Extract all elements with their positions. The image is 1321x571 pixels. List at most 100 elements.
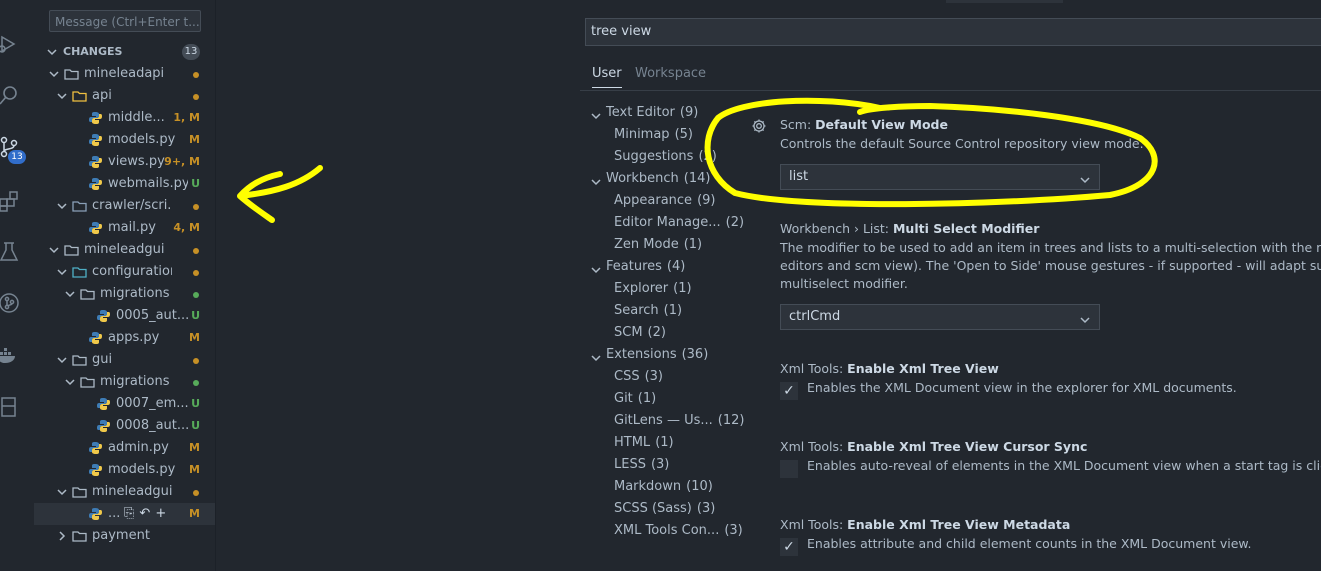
toc-item[interactable]: Git (1)	[614, 391, 656, 413]
tree-folder-row[interactable]: migrations	[34, 283, 215, 305]
toc-item[interactable]: Suggestions (2)	[614, 149, 717, 171]
scm-view-mode-select[interactable]: list	[780, 164, 1100, 190]
toc-item[interactable]: Explorer (1)	[614, 281, 692, 303]
tree-folder-row[interactable]: migrations	[34, 371, 215, 393]
python-file-icon	[88, 155, 103, 169]
extensions-icon[interactable]	[0, 190, 20, 212]
python-file-icon	[96, 419, 111, 433]
tree-file-row[interactable]: models.py M	[34, 129, 215, 151]
tree-file-row[interactable]: 0005_aut... U	[34, 305, 215, 327]
toc-item[interactable]: HTML (1)	[614, 435, 674, 457]
chevron-down-icon[interactable]	[56, 354, 68, 366]
toc-label: GitLens — Us...	[614, 413, 713, 428]
tree-folder-row[interactable]: mineleadapi	[34, 63, 215, 85]
search-icon[interactable]	[0, 84, 20, 106]
toc-group[interactable]: Extensions (36)	[590, 347, 708, 369]
stage-changes-icon[interactable]: +	[155, 506, 166, 521]
folder-status-dot	[193, 380, 199, 386]
toc-item[interactable]: SCSS (Sass) (3)	[614, 501, 715, 523]
multi-select-modifier-select[interactable]: ctrlCmd	[780, 304, 1100, 330]
changes-count-badge: 13	[182, 44, 200, 60]
run-debug-icon[interactable]	[0, 33, 18, 55]
xml-cursor-sync-checkbox[interactable]	[780, 460, 798, 478]
python-file-icon	[88, 507, 103, 521]
tree-folder-row[interactable]: payment	[34, 525, 215, 547]
testing-icon[interactable]	[0, 241, 20, 263]
chevron-down-icon[interactable]	[56, 266, 68, 278]
chevron-down-icon[interactable]	[56, 200, 68, 212]
folder-icon	[72, 199, 87, 213]
file-status: U	[191, 419, 200, 432]
toc-label: Appearance	[614, 193, 693, 208]
python-file-icon	[88, 177, 103, 191]
xml-tree-view-checkbox[interactable]: ✓	[780, 382, 798, 400]
tree-folder-row[interactable]: crawler/scri...	[34, 195, 215, 217]
toc-item[interactable]: Appearance (9)	[614, 193, 715, 215]
chevron-down-icon[interactable]	[56, 90, 68, 102]
tree-folder-row[interactable]: mineleadgui	[34, 239, 215, 261]
settings-search-input[interactable]: tree view	[585, 18, 1321, 46]
setting-description-line: editors and scm view). The 'Open to Side…	[780, 258, 1321, 273]
toc-group[interactable]: Features (4)	[590, 259, 685, 281]
tree-folder-row[interactable]: gui	[34, 349, 215, 371]
chevron-down-icon[interactable]	[48, 244, 60, 256]
tree-file-row[interactable]: 0007_em... U	[34, 393, 215, 415]
tree-item-label: api	[92, 88, 112, 103]
tree-file-row[interactable]: views.py 9+, M	[34, 151, 215, 173]
tree-file-row[interactable]: ... ⎘ ↶ + M	[34, 503, 215, 525]
toc-item[interactable]: SCM (2)	[614, 325, 666, 347]
toc-item[interactable]: Minimap (5)	[614, 127, 693, 149]
toc-label: Markdown	[614, 479, 682, 494]
tree-file-row[interactable]: mail.py 4, M	[34, 217, 215, 239]
docker-icon[interactable]	[0, 344, 18, 366]
setting-description: Enables auto-reveal of elements in the X…	[807, 458, 1321, 473]
toc-item[interactable]: Search (1)	[614, 303, 682, 325]
toc-count: (1)	[655, 435, 674, 450]
gear-icon[interactable]	[751, 118, 767, 134]
python-file-icon	[96, 397, 111, 411]
tree-item-label: gui	[92, 352, 113, 367]
changes-header[interactable]: CHANGES 13	[34, 42, 215, 62]
toc-item[interactable]: Editor Manage... (2)	[614, 215, 744, 237]
tree-file-row[interactable]: admin.py M	[34, 437, 215, 459]
git-graph-icon[interactable]	[0, 292, 20, 314]
tab-strip-fragment	[946, 0, 1063, 3]
tree-file-row[interactable]: middle... 1, M	[34, 107, 215, 129]
open-file-icon[interactable]: ⎘	[124, 506, 134, 521]
tree-folder-row[interactable]: configuration	[34, 261, 215, 283]
chevron-down-icon[interactable]	[64, 376, 76, 388]
tree-file-row[interactable]: models.py M	[34, 459, 215, 481]
chevron-down-icon	[590, 352, 602, 364]
xml-metadata-checkbox[interactable]: ✓	[780, 538, 798, 556]
toc-group[interactable]: Text Editor (9)	[590, 105, 698, 127]
toc-item[interactable]: CSS (3)	[614, 369, 663, 391]
toc-count: (1)	[663, 303, 683, 318]
tree-file-row[interactable]: apps.py M	[34, 327, 215, 349]
discard-changes-icon[interactable]: ↶	[139, 506, 150, 521]
commit-message-input[interactable]: Message (Ctrl+Enter t...	[49, 10, 201, 32]
toc-item[interactable]: Markdown (10)	[614, 479, 713, 501]
chevron-down-icon	[590, 110, 602, 122]
folder-status-dot	[193, 490, 199, 496]
tree-folder-row[interactable]: api	[34, 85, 215, 107]
settings-editor: tree view User Workspace Text Editor (9) M…	[580, 0, 1321, 571]
toc-item[interactable]: XML Tools Con... (3)	[614, 523, 743, 545]
chevron-down-icon[interactable]	[48, 68, 60, 80]
tab-workspace[interactable]: Workspace	[635, 66, 706, 81]
toc-item[interactable]: LESS (3)	[614, 457, 669, 479]
file-status: M	[189, 331, 200, 344]
folder-icon	[72, 529, 87, 543]
tab-user[interactable]: User	[592, 66, 622, 88]
toc-item[interactable]: Zen Mode (1)	[614, 237, 702, 259]
toc-group[interactable]: Workbench (14)	[590, 171, 710, 193]
chevron-down-icon[interactable]	[64, 288, 76, 300]
tree-file-row[interactable]: 0008_aut... U	[34, 415, 215, 437]
remote-explorer-icon[interactable]	[0, 396, 20, 418]
tree-folder-row[interactable]: mineleadgui	[34, 481, 215, 503]
toc-item[interactable]: GitLens — Us... (12)	[614, 413, 744, 435]
chevron-right-icon[interactable]	[56, 530, 68, 542]
chevron-down-icon[interactable]	[56, 486, 68, 498]
toc-label: CSS	[614, 369, 640, 384]
select-value: ctrlCmd	[789, 309, 841, 324]
tree-file-row[interactable]: webmails.py U	[34, 173, 215, 195]
